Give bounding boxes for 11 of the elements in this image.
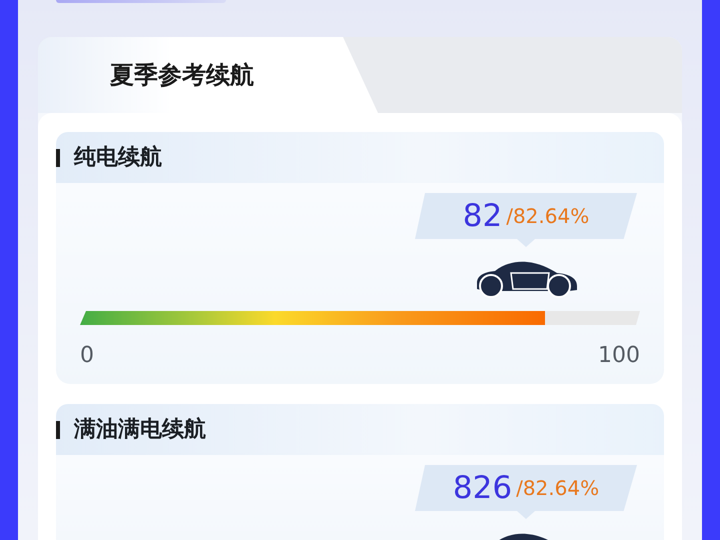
scale-min: 0 bbox=[80, 342, 94, 370]
range-value: 82 bbox=[462, 200, 502, 232]
range-percent: /82.64% bbox=[506, 206, 590, 226]
range-value: 826 bbox=[452, 472, 512, 504]
section-title: 满油满电续航 bbox=[74, 416, 206, 444]
accent-bar bbox=[56, 420, 60, 438]
range-percent: /82.64% bbox=[516, 478, 600, 498]
scale-max: 100 bbox=[598, 342, 640, 370]
accent-bar bbox=[56, 148, 60, 166]
tab[interactable]: 夏季参考续航 bbox=[38, 37, 378, 113]
section-title: 纯电续航 bbox=[74, 144, 162, 172]
